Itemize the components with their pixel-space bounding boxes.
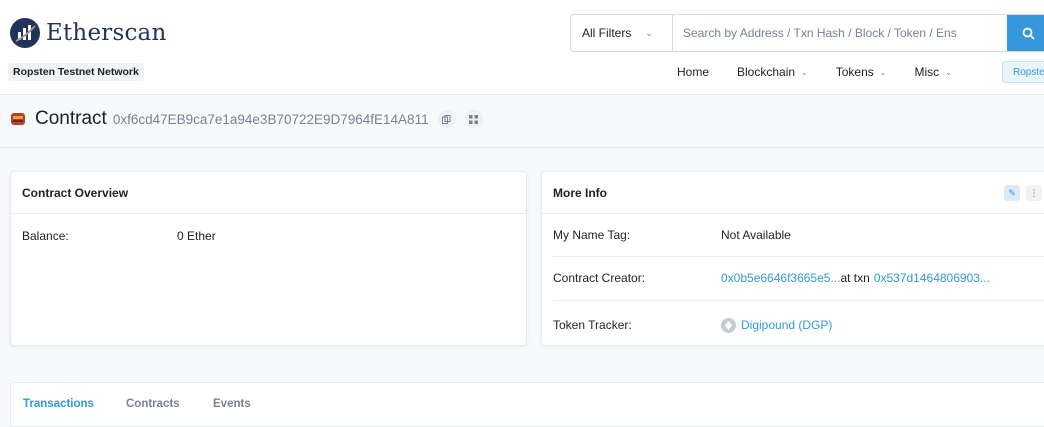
nav-blockchain[interactable]: Blockchain ⌄: [737, 60, 808, 84]
token-tracker-row: Token Tracker: Digipound (DGP): [553, 303, 1044, 347]
copy-address-button[interactable]: [437, 110, 456, 128]
chevron-down-icon: ⌄: [645, 27, 653, 38]
network-badge: Ropsten Testnet Network: [8, 63, 144, 81]
creator-address-link[interactable]: 0x0b5e6646f3665e5...: [721, 271, 840, 285]
name-tag-label: My Name Tag:: [553, 228, 631, 242]
name-tag-value: Not Available: [721, 228, 791, 242]
more-options-button[interactable]: ⋮: [1026, 185, 1042, 201]
token-tracker-label: Token Tracker:: [553, 318, 632, 332]
nav-tokens[interactable]: Tokens ⌄: [836, 60, 887, 84]
etherscan-logo[interactable]: Etherscan: [10, 18, 166, 48]
row-divider: [553, 300, 1044, 301]
page-title: Contract 0xf6cd47EB9ca7e1a94e3B70722E9D7…: [10, 108, 483, 130]
site-header: Etherscan Ropsten Testnet Network All Fi…: [0, 0, 1044, 95]
nav-misc-label: Misc: [914, 65, 940, 79]
search-filter-select[interactable]: All Filters ⌄: [571, 15, 673, 51]
page-title-label: Contract: [35, 108, 107, 129]
more-vertical-icon: ⋮: [1029, 187, 1039, 198]
name-tag-row: My Name Tag: Not Available: [553, 213, 1044, 257]
nav-blockchain-label: Blockchain: [737, 65, 796, 79]
contract-overview-heading: Contract Overview: [11, 172, 526, 214]
balance-row: Balance: 0 Ether: [22, 229, 216, 243]
network-switcher-button[interactable]: Ropsten: [1002, 61, 1044, 83]
creator-txn-link[interactable]: 0x537d1464806903...: [874, 271, 990, 285]
copy-icon: [442, 114, 451, 124]
search-button[interactable]: [1007, 15, 1044, 51]
chevron-down-icon: ⌄: [945, 67, 952, 77]
more-info-title: More Info: [553, 185, 607, 200]
edit-name-tag-button[interactable]: ✎: [1004, 185, 1020, 201]
nav-home[interactable]: Home: [677, 60, 709, 84]
qr-code-icon: [469, 114, 479, 124]
chevron-down-icon: ⌄: [879, 67, 887, 77]
qr-code-button[interactable]: [464, 110, 483, 128]
contract-tabs: Transactions Contracts Events: [10, 382, 1044, 427]
balance-label: Balance:: [22, 229, 69, 243]
creator-at-txn-text: at txn: [840, 271, 870, 285]
contract-address: 0xf6cd47EB9ca7e1a94e3B70722E9D7964fE14A8…: [112, 111, 429, 127]
etherscan-logo-icon: [10, 18, 40, 48]
search-filter-label: All Filters: [582, 26, 632, 40]
search-icon: [1022, 27, 1035, 40]
title-divider: [0, 147, 1044, 148]
nav-home-label: Home: [677, 65, 710, 79]
balance-value: 0 Ether: [177, 229, 216, 243]
main-nav: Home Blockchain ⌄ Tokens ⌄ Misc ⌄: [677, 60, 980, 84]
nav-tokens-label: Tokens: [835, 65, 874, 79]
tab-events[interactable]: Events: [213, 398, 251, 410]
contract-creator-label: Contract Creator:: [553, 271, 646, 285]
search-input[interactable]: [673, 15, 1007, 51]
search-bar: All Filters ⌄: [570, 14, 1044, 52]
contract-overview-card: Contract Overview Balance: 0 Ether: [10, 171, 527, 346]
nav-misc[interactable]: Misc ⌄: [914, 60, 951, 84]
token-logo-icon: [721, 317, 736, 333]
tab-contracts[interactable]: Contracts: [126, 398, 180, 410]
pencil-icon: ✎: [1008, 187, 1016, 198]
brand-name: Etherscan: [46, 20, 167, 46]
chevron-down-icon: ⌄: [801, 67, 808, 77]
token-tracker-link[interactable]: Digipound (DGP): [741, 318, 832, 332]
contract-icon: [11, 113, 25, 125]
contract-creator-row: Contract Creator: 0x0b5e6646f3665e5... a…: [553, 256, 1044, 300]
more-info-card: More Info ✎ ⋮ My Name Tag: Not Available…: [541, 171, 1044, 346]
more-info-heading: More Info: [542, 172, 1044, 214]
tab-transactions[interactable]: Transactions: [23, 398, 94, 410]
